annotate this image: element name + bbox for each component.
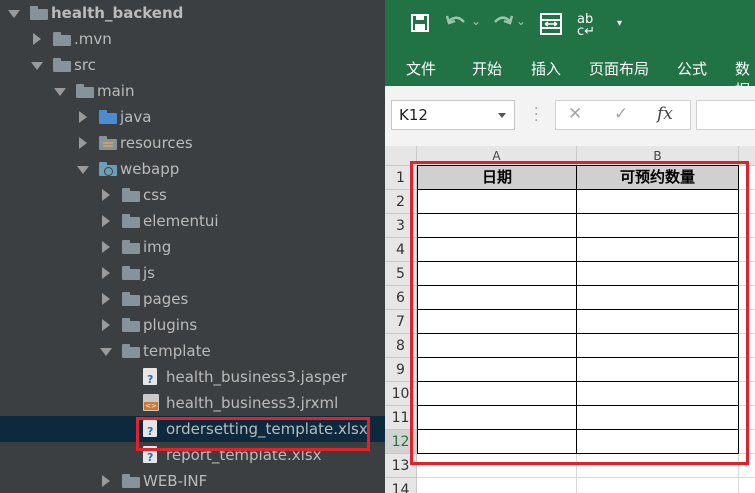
tree-item-label: health_business3.jrxml xyxy=(166,394,339,412)
table-cell[interactable] xyxy=(739,478,755,493)
tab-page-layout[interactable]: 页面布局 xyxy=(589,58,649,79)
tree-item-label: pages xyxy=(143,290,189,308)
highlight-table-region xyxy=(410,161,749,465)
folder-icon xyxy=(122,318,140,332)
source-folder-icon xyxy=(99,110,117,124)
collapse-arrow-icon[interactable] xyxy=(102,215,110,227)
collapse-arrow-icon[interactable] xyxy=(79,111,87,123)
enter-icon[interactable]: ✓ xyxy=(614,104,628,124)
expand-arrow-icon[interactable] xyxy=(31,62,43,70)
row-header[interactable]: 14 xyxy=(385,478,417,493)
collapse-arrow-icon[interactable] xyxy=(102,475,110,487)
tree-item-java[interactable]: java xyxy=(0,104,385,130)
customize-toolbar-icon[interactable]: ▾ xyxy=(617,18,622,29)
tree-item-label: main xyxy=(97,82,135,100)
tree-item-label: webapp xyxy=(120,160,180,178)
table-cell[interactable] xyxy=(417,478,577,493)
tab-home[interactable]: 开始 xyxy=(472,58,502,79)
redo-dropdown-icon[interactable]: ⌄ xyxy=(516,14,526,28)
tree-item-src[interactable]: src xyxy=(0,52,385,78)
tree-item--mvn[interactable]: .mvn xyxy=(0,26,385,52)
tree-item-label: WEB-INF xyxy=(143,472,208,490)
collapse-arrow-icon[interactable] xyxy=(79,137,87,149)
tree-item-css[interactable]: css xyxy=(0,182,385,208)
folder-icon xyxy=(122,344,140,358)
fit-width-icon[interactable] xyxy=(540,13,562,40)
collapse-arrow-icon[interactable] xyxy=(102,267,110,279)
folder-icon xyxy=(122,292,140,306)
tree-item-plugins[interactable]: plugins xyxy=(0,312,385,338)
tree-item-health-business3-jasper[interactable]: ? health_business3.jasper xyxy=(0,364,385,390)
name-box[interactable]: K12 xyxy=(391,100,515,130)
collapse-arrow-icon[interactable] xyxy=(102,189,110,201)
tree-item-elementui[interactable]: elementui xyxy=(0,208,385,234)
tree-item-label: elementui xyxy=(143,212,219,230)
tree-item-label: .mvn xyxy=(74,30,112,48)
spelling-icon[interactable]: ab c↵ xyxy=(577,13,595,38)
undo-dropdown-icon[interactable]: ⌄ xyxy=(471,14,481,28)
folder-icon xyxy=(53,32,71,46)
xml-file-icon: <> xyxy=(143,394,159,411)
expand-arrow-icon[interactable] xyxy=(54,88,66,96)
tree-item-web-inf[interactable]: WEB-INF xyxy=(0,468,385,493)
tree-item-label: css xyxy=(143,186,167,204)
undo-icon[interactable] xyxy=(445,12,469,37)
web-folder-icon xyxy=(99,162,117,176)
resources-folder-icon xyxy=(99,136,117,150)
tree-item-label: resources xyxy=(120,134,193,152)
module-folder-icon xyxy=(30,6,48,20)
tree-item-health-business3-jrxml[interactable]: <> health_business3.jrxml xyxy=(0,390,385,416)
name-box-value: K12 xyxy=(399,106,428,124)
tab-formulas[interactable]: 公式 xyxy=(677,58,707,79)
cancel-icon[interactable]: ✕ xyxy=(568,104,582,124)
chevron-down-icon[interactable] xyxy=(498,113,506,118)
collapse-arrow-icon[interactable] xyxy=(102,319,110,331)
tree-item-label: plugins xyxy=(143,316,198,334)
collapse-arrow-icon[interactable] xyxy=(102,293,110,305)
collapse-arrow-icon[interactable] xyxy=(102,241,110,253)
folder-icon xyxy=(122,474,140,488)
save-icon[interactable] xyxy=(411,14,429,37)
tree-item-js[interactable]: js xyxy=(0,260,385,286)
tree-item-resources[interactable]: resources xyxy=(0,130,385,156)
tree-item-label: js xyxy=(143,264,155,282)
tab-file[interactable]: 文件 xyxy=(406,58,436,79)
folder-icon xyxy=(122,214,140,228)
folder-icon xyxy=(53,58,71,72)
folder-icon xyxy=(122,266,140,280)
tree-item-label: health_backend xyxy=(51,4,184,22)
formula-input[interactable] xyxy=(696,100,755,130)
formula-buttons: ✕ ✓ fx xyxy=(555,100,691,130)
expand-arrow-icon[interactable] xyxy=(100,348,112,356)
tree-item-label: health_business3.jasper xyxy=(166,368,347,386)
unknown-file-icon: ? xyxy=(143,368,157,386)
tree-item-health-backend[interactable]: health_backend xyxy=(0,0,385,26)
expand-arrow-icon[interactable] xyxy=(77,166,89,174)
tree-item-pages[interactable]: pages xyxy=(0,286,385,312)
tree-item-label: src xyxy=(74,56,96,74)
folder-icon xyxy=(76,84,94,98)
tree-item-img[interactable]: img xyxy=(0,234,385,260)
tree-item-template[interactable]: template xyxy=(0,338,385,364)
tree-item-webapp[interactable]: webapp xyxy=(0,156,385,182)
tab-insert[interactable]: 插入 xyxy=(531,58,561,79)
more-options-icon: · · · xyxy=(534,101,539,129)
tree-item-label: java xyxy=(120,108,152,126)
tree-item-label: img xyxy=(143,238,172,256)
formula-bar: K12 · · · ✕ ✓ fx xyxy=(385,86,755,146)
table-cell[interactable] xyxy=(577,478,739,493)
folder-icon xyxy=(122,188,140,202)
highlight-file-box xyxy=(136,417,370,451)
folder-icon xyxy=(122,240,140,254)
redo-icon[interactable] xyxy=(490,12,514,37)
tree-item-main[interactable]: main xyxy=(0,78,385,104)
collapse-arrow-icon[interactable] xyxy=(33,33,41,45)
fx-icon[interactable]: fx xyxy=(657,104,673,124)
quick-access-toolbar: ⌄ ⌄ ab c↵ ▾ xyxy=(385,0,755,52)
expand-arrow-icon[interactable] xyxy=(8,10,20,18)
tree-item-label: template xyxy=(143,342,211,360)
